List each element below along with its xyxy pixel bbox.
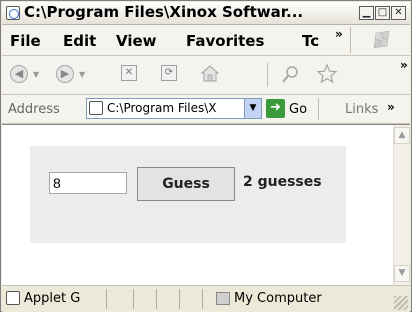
go-arrow-icon[interactable]: ➜ [266, 99, 285, 118]
back-dropdown-icon[interactable]: ▼ [33, 70, 39, 79]
window-title: C:\Program Files\Xinox Softwar... [24, 3, 304, 21]
toolbar-separator [267, 63, 268, 87]
go-button[interactable]: Go [289, 102, 307, 117]
back-icon[interactable]: ◀ [10, 65, 28, 83]
status-divider [106, 289, 107, 309]
ie-page-icon [6, 6, 20, 20]
menu-separator [350, 27, 351, 53]
links-separator [318, 98, 319, 120]
scroll-down-icon[interactable]: ▼ [394, 265, 410, 282]
status-page-icon [6, 291, 20, 305]
title-bar: C:\Program Files\Xinox Softwar... ▁ □ ✕ [2, 2, 410, 25]
menu-chevron-icon[interactable]: » [335, 27, 343, 41]
refresh-icon[interactable]: ⟳ [161, 65, 177, 81]
address-dropdown-icon[interactable]: ▼ [244, 99, 261, 118]
page-content: 8 Guess 2 guesses ▲ ▼ [2, 124, 410, 285]
status-divider [179, 289, 180, 309]
status-divider [133, 289, 134, 309]
guess-applet: 8 Guess 2 guesses [30, 146, 346, 243]
minimize-button[interactable]: ▁ [359, 6, 374, 20]
menu-view[interactable]: View [116, 32, 157, 50]
address-value[interactable]: C:\Program Files\X [107, 101, 217, 115]
status-text: Applet G [24, 291, 81, 306]
guess-button[interactable]: Guess [137, 167, 235, 201]
security-zone-label: My Computer [234, 291, 322, 306]
menu-edit[interactable]: Edit [63, 32, 96, 50]
status-bar: Applet G My Computer [2, 285, 410, 312]
toolbar-chevron-icon[interactable]: » [400, 58, 408, 72]
browser-window: C:\Program Files\Xinox Softwar... ▁ □ ✕ … [0, 0, 412, 312]
search-icon[interactable] [281, 64, 301, 84]
menu-tools[interactable]: Tc [302, 32, 330, 50]
links-button[interactable]: Links [345, 102, 378, 117]
status-divider [202, 289, 203, 309]
menu-favorites[interactable]: Favorites [186, 32, 264, 50]
address-input[interactable]: C:\Program Files\X ▼ [86, 98, 262, 119]
vertical-scrollbar[interactable]: ▲ ▼ [393, 125, 410, 285]
address-label: Address [8, 102, 60, 117]
home-icon[interactable] [199, 63, 221, 83]
stop-icon[interactable]: ✕ [121, 65, 137, 81]
resize-grip-icon[interactable] [394, 296, 408, 310]
page-icon [89, 101, 103, 115]
address-bar: Address C:\Program Files\X ▼ ➜ Go Links … [2, 95, 410, 124]
maximize-button[interactable]: □ [375, 6, 390, 20]
forward-dropdown-icon[interactable]: ▼ [79, 70, 85, 79]
guess-input[interactable]: 8 [49, 172, 127, 194]
menu-file[interactable]: File [10, 32, 41, 50]
guess-count-label: 2 guesses [243, 174, 322, 190]
status-divider [156, 289, 157, 309]
favorites-icon[interactable] [316, 63, 338, 85]
windows-logo-icon [373, 30, 390, 49]
forward-icon[interactable]: ▶ [56, 65, 74, 83]
links-chevron-icon[interactable]: » [387, 100, 395, 114]
close-button[interactable]: ✕ [391, 6, 406, 20]
standard-toolbar: ◀ ▼ ▶ ▼ ✕ ⟳ » [2, 56, 410, 95]
my-computer-icon [216, 292, 230, 305]
menu-bar: File Edit View Favorites Tc » [2, 25, 410, 56]
scroll-up-icon[interactable]: ▲ [394, 127, 410, 144]
